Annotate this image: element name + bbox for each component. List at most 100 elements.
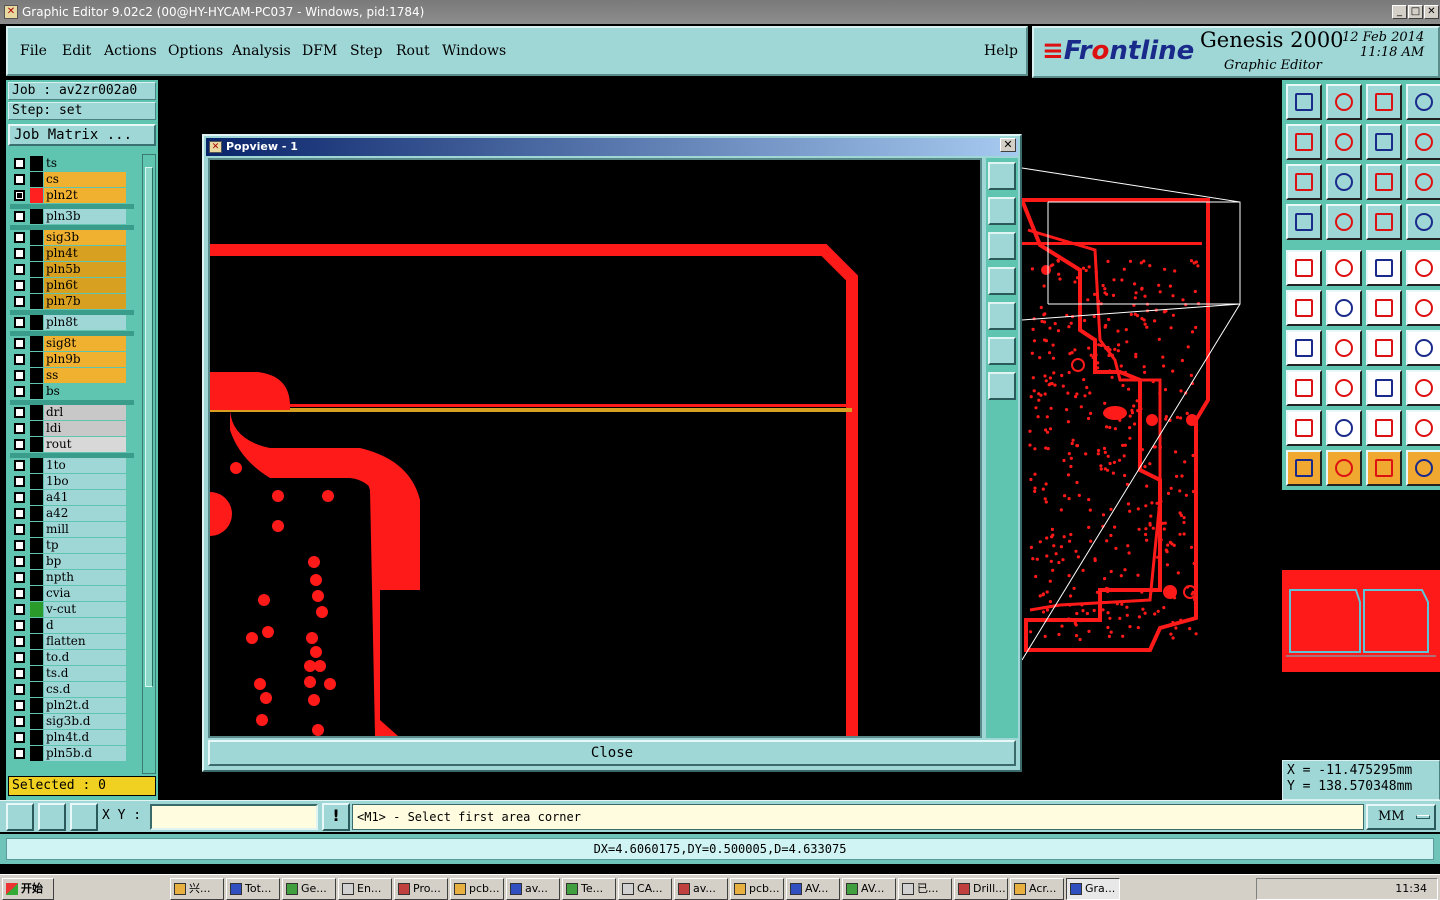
- layer-checkbox[interactable]: [14, 248, 25, 259]
- grid-icon[interactable]: [70, 803, 98, 831]
- layer-checkbox[interactable]: [14, 668, 25, 679]
- layer-color-swatch[interactable]: [30, 352, 43, 367]
- layer-color-swatch[interactable]: [30, 618, 43, 633]
- layer-checkbox[interactable]: [14, 211, 25, 222]
- layer-checkbox[interactable]: [14, 492, 25, 503]
- layer-row[interactable]: mill: [10, 522, 134, 537]
- layer-checkbox[interactable]: [14, 604, 25, 615]
- layer-checkbox[interactable]: [14, 370, 25, 381]
- pan-right-icon[interactable]: [1326, 124, 1362, 160]
- scale-icon[interactable]: [1366, 164, 1402, 200]
- layer-checkbox[interactable]: [14, 338, 25, 349]
- minimize-icon[interactable]: _: [1392, 5, 1407, 19]
- layer-row[interactable]: ss: [10, 368, 134, 383]
- layer-row[interactable]: tp: [10, 538, 134, 553]
- units-select[interactable]: MM: [1366, 804, 1436, 830]
- layer-row[interactable]: drl: [10, 405, 134, 420]
- drag-icon[interactable]: [1406, 290, 1440, 326]
- cross-icon[interactable]: [1326, 290, 1362, 326]
- layer-checkbox[interactable]: [14, 407, 25, 418]
- layer-name[interactable]: ldi: [44, 421, 126, 436]
- layer-name[interactable]: pln5b.d: [44, 746, 126, 761]
- layer-row[interactable]: 1bo: [10, 474, 134, 489]
- layer-name[interactable]: pln7b: [44, 294, 126, 309]
- menu-help[interactable]: Help: [984, 43, 1018, 59]
- fit-icon[interactable]: [1286, 164, 1322, 200]
- layer-color-swatch[interactable]: [30, 294, 43, 309]
- layer-checkbox[interactable]: [14, 732, 25, 743]
- popview-close-icon[interactable]: ✕: [1000, 138, 1016, 152]
- layer-row[interactable]: cs: [10, 172, 134, 187]
- center-icon[interactable]: [988, 372, 1016, 400]
- measure-icon[interactable]: [38, 803, 66, 831]
- taskbar-item[interactable]: av...: [506, 878, 560, 900]
- move-icon[interactable]: [1366, 290, 1402, 326]
- layer-color-swatch[interactable]: [30, 682, 43, 697]
- select2-icon[interactable]: [1326, 450, 1362, 486]
- layer-color-swatch[interactable]: [30, 586, 43, 601]
- layer-name[interactable]: a41: [44, 490, 126, 505]
- layer-name[interactable]: pln4t: [44, 246, 126, 261]
- ruler-icon[interactable]: [1366, 250, 1402, 286]
- layer-checkbox[interactable]: [14, 439, 25, 450]
- layer-name[interactable]: pln8t: [44, 315, 126, 330]
- layer-row[interactable]: pln5b: [10, 262, 134, 277]
- dot-icon[interactable]: [1406, 250, 1440, 286]
- taskbar-item[interactable]: av...: [674, 878, 728, 900]
- probe2-icon[interactable]: [1406, 204, 1440, 240]
- layer-checkbox[interactable]: [14, 588, 25, 599]
- layer-color-swatch[interactable]: [30, 554, 43, 569]
- layer-checkbox[interactable]: [14, 460, 25, 471]
- menu-analysis[interactable]: Analysis: [232, 43, 291, 59]
- menu-file[interactable]: File: [20, 43, 47, 59]
- pan-left-icon[interactable]: [988, 267, 1016, 295]
- layer-name[interactable]: pln4t.d: [44, 730, 126, 745]
- slash-icon[interactable]: [1326, 330, 1362, 366]
- snap-icon[interactable]: [1406, 124, 1440, 160]
- layer-name[interactable]: a42: [44, 506, 126, 521]
- layer-checkbox[interactable]: [14, 423, 25, 434]
- window-icon[interactable]: [1406, 84, 1440, 120]
- tri4-icon[interactable]: [1406, 410, 1440, 446]
- scroll-thumb[interactable]: [145, 167, 153, 687]
- pad-icon[interactable]: [1286, 250, 1322, 286]
- layer-row[interactable]: ts: [10, 156, 134, 171]
- layer-checkbox[interactable]: [14, 174, 25, 185]
- layer-checkbox[interactable]: [14, 354, 25, 365]
- layer-name[interactable]: pln2t.d: [44, 698, 126, 713]
- layer-checkbox[interactable]: [14, 508, 25, 519]
- menu-options[interactable]: Options: [168, 43, 223, 59]
- layer-color-swatch[interactable]: [30, 405, 43, 420]
- layer-name[interactable]: v-cut: [44, 602, 126, 617]
- tri-icon[interactable]: [1286, 410, 1322, 446]
- layer-color-swatch[interactable]: [30, 336, 43, 351]
- layer-checkbox[interactable]: [14, 296, 25, 307]
- taskbar-item[interactable]: AV...: [842, 878, 896, 900]
- layer-row[interactable]: sig8t: [10, 336, 134, 351]
- layer-color-swatch[interactable]: [30, 368, 43, 383]
- fit-icon[interactable]: [988, 337, 1016, 365]
- layer-row[interactable]: pln6t: [10, 278, 134, 293]
- taskbar-item[interactable]: Te...: [562, 878, 616, 900]
- layer-name[interactable]: cvia: [44, 586, 126, 601]
- layer-row[interactable]: pln4t: [10, 246, 134, 261]
- layer-row[interactable]: pln4t.d: [10, 730, 134, 745]
- taskbar-item[interactable]: pcb...: [450, 878, 504, 900]
- menu-actions[interactable]: Actions: [104, 43, 157, 59]
- layer-row[interactable]: cvia: [10, 586, 134, 601]
- layer-color-swatch[interactable]: [30, 315, 43, 330]
- taskbar-item[interactable]: En...: [338, 878, 392, 900]
- zoom-out-icon[interactable]: [1326, 84, 1362, 120]
- layer-color-swatch[interactable]: [30, 522, 43, 537]
- layer-row[interactable]: bs: [10, 384, 134, 399]
- layer-row[interactable]: pln2t: [10, 188, 134, 203]
- layer-checkbox[interactable]: [14, 556, 25, 567]
- layer-checkbox[interactable]: [14, 540, 25, 551]
- layer-color-swatch[interactable]: [30, 246, 43, 261]
- layer-checkbox[interactable]: [14, 572, 25, 583]
- taskbar-item[interactable]: Pro...: [394, 878, 448, 900]
- start-button[interactable]: 开始: [2, 878, 54, 900]
- taskbar-item[interactable]: AV...: [786, 878, 840, 900]
- layer-row[interactable]: 1to: [10, 458, 134, 473]
- xy-input[interactable]: [150, 804, 318, 830]
